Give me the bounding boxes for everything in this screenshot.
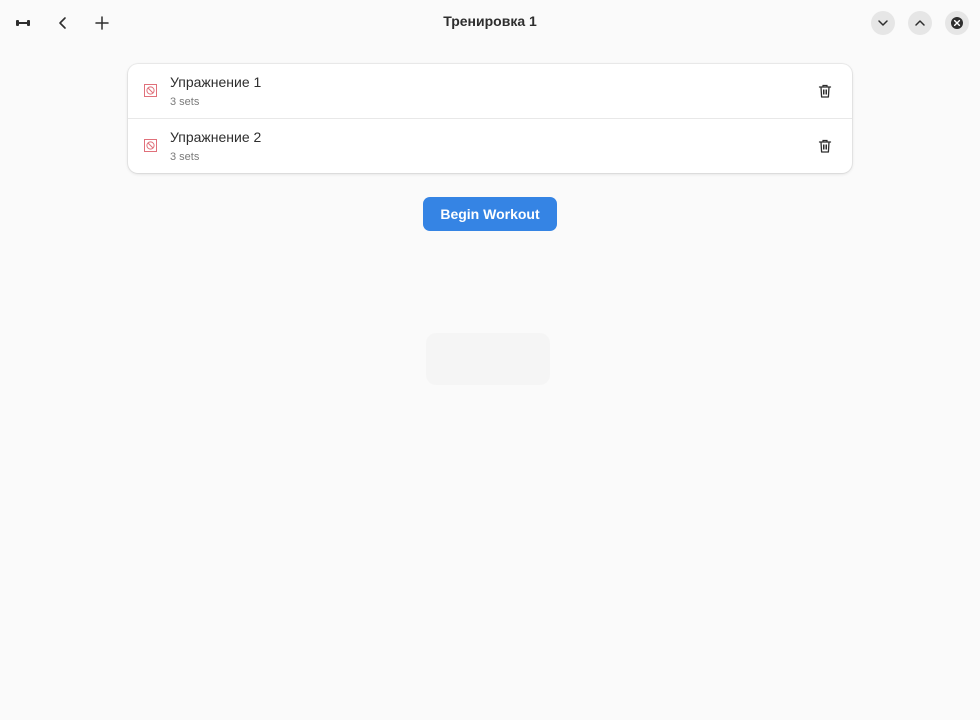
begin-workout-button[interactable]: Begin Workout (423, 197, 557, 231)
scroll-down-button[interactable] (871, 11, 895, 35)
exercise-name: Упражнение 2 (170, 129, 262, 145)
faded-overlay (426, 333, 550, 385)
trash-icon (818, 84, 832, 98)
exercise-sets: 3 sets (170, 151, 200, 163)
delete-exercise-button[interactable] (814, 135, 836, 157)
chevron-down-icon (878, 20, 888, 26)
back-button[interactable] (48, 8, 78, 38)
delete-exercise-button[interactable] (814, 80, 836, 102)
add-exercise-button[interactable] (87, 8, 117, 38)
missing-image-icon (144, 139, 157, 152)
trash-icon (818, 139, 832, 153)
chevron-up-icon (915, 20, 925, 26)
close-icon (951, 17, 963, 29)
scroll-up-button[interactable] (908, 11, 932, 35)
dumbbell-icon[interactable] (8, 8, 38, 38)
missing-image-icon (144, 84, 157, 97)
window-title: Тренировка 1 (443, 13, 537, 29)
exercise-sets: 3 sets (170, 96, 200, 108)
exercise-name: Упражнение 1 (170, 74, 262, 90)
chevron-left-icon (59, 17, 66, 29)
close-button[interactable] (945, 11, 969, 35)
header-bar: Тренировка 1 (0, 0, 980, 46)
app-window: Тренировка 1 Упражнение 1 3 sets Упражне… (0, 0, 980, 720)
exercise-list: Упражнение 1 3 sets Упражнение 2 3 sets (128, 64, 852, 173)
list-item[interactable]: Упражнение 2 3 sets (128, 118, 852, 173)
plus-icon (95, 16, 109, 30)
list-item[interactable]: Упражнение 1 3 sets (128, 64, 852, 118)
